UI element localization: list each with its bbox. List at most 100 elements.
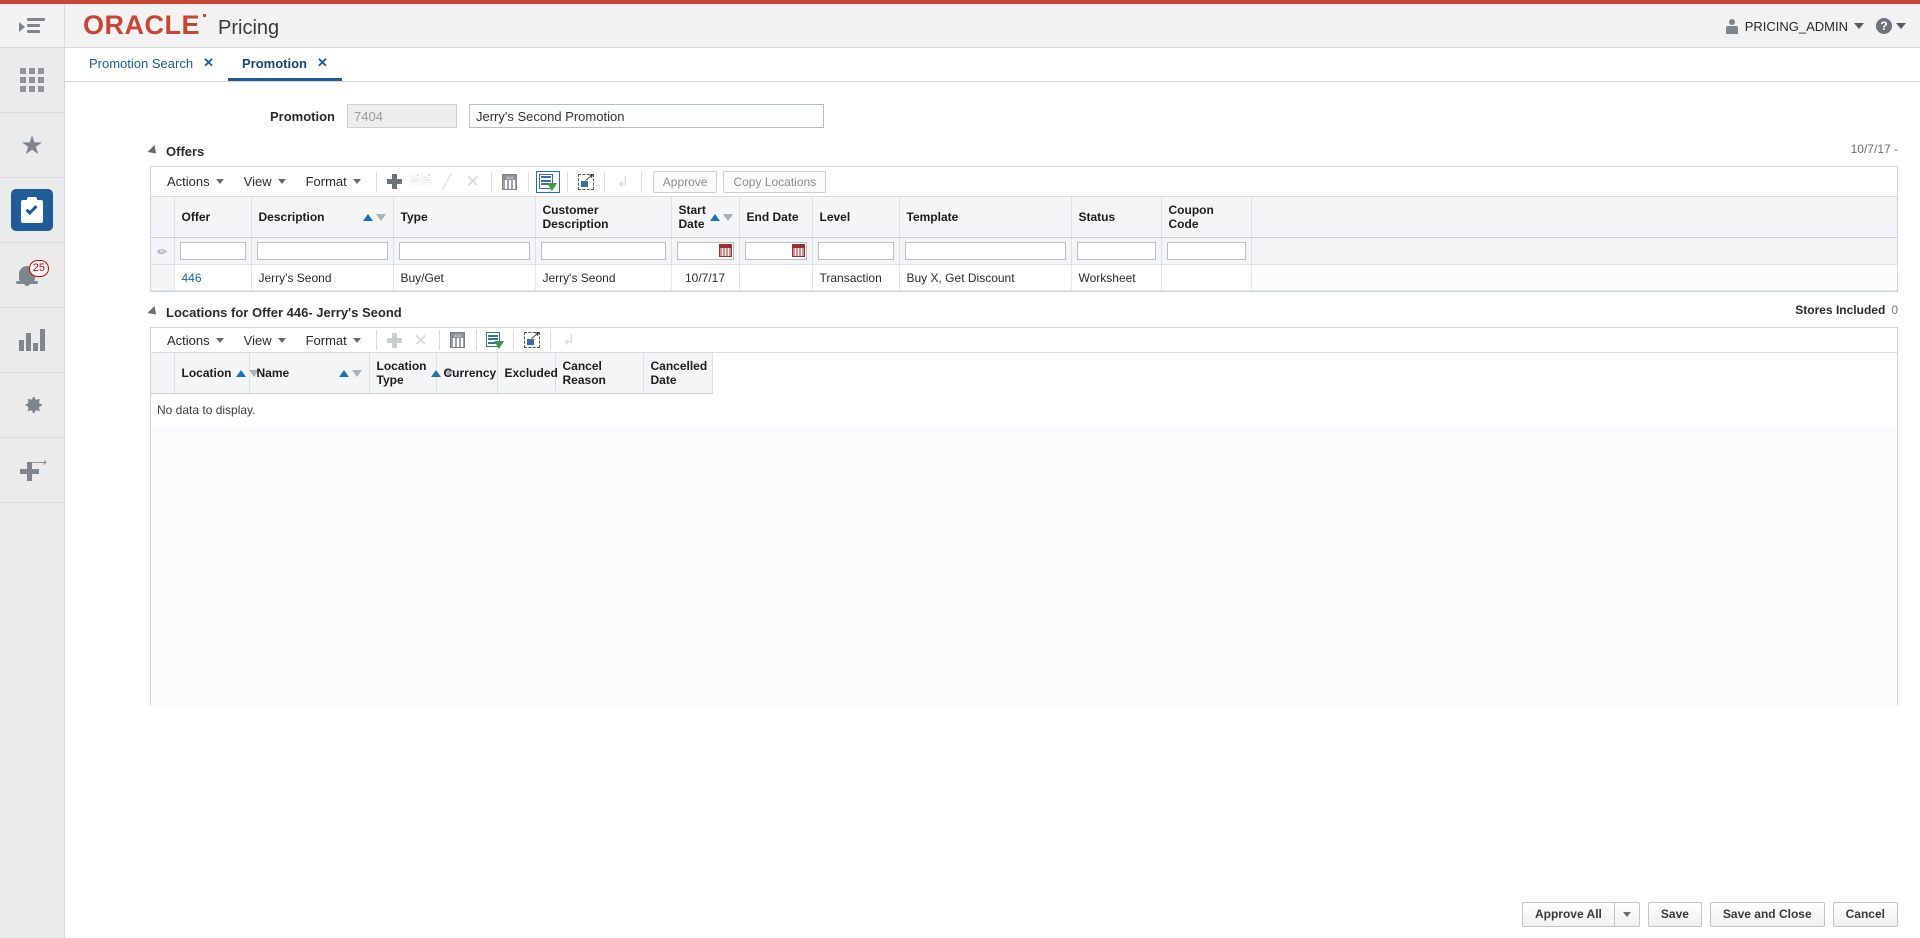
wrap-text-icon[interactable]: ↲	[556, 328, 582, 352]
filter-input-status[interactable]	[1076, 242, 1156, 260]
column-header-location[interactable]: Location	[174, 353, 259, 394]
filter-input-level[interactable]	[817, 242, 894, 260]
sort-descending-icon[interactable]	[375, 213, 386, 221]
column-header-offer[interactable]: Offer	[174, 197, 252, 238]
column-header-coupon-code[interactable]: Coupon Code	[1161, 197, 1252, 238]
detach-table-icon[interactable]: ↗	[519, 328, 545, 352]
sort-ascending-icon[interactable]	[235, 369, 246, 377]
locations-format-menu[interactable]: Format	[296, 328, 371, 352]
column-header-template[interactable]: Template	[899, 197, 1072, 238]
sidebar-item-apps[interactable]	[0, 48, 64, 113]
tab-promotion[interactable]: Promotion ✕	[227, 48, 342, 81]
close-icon[interactable]: ✕	[317, 55, 328, 71]
offers-actions-menu[interactable]: Actions	[157, 170, 234, 194]
sort-ascending-icon[interactable]	[430, 369, 441, 377]
toolbar-divider	[603, 171, 605, 192]
sidebar-item-favorites[interactable]: ★	[0, 113, 64, 178]
cell-offer[interactable]: 446	[174, 264, 252, 291]
column-header-excluded[interactable]: Excluded	[497, 353, 558, 394]
column-header-end-date[interactable]: End Date	[739, 197, 813, 238]
cell-status: Worksheet	[1071, 264, 1162, 291]
column-header-spacer	[712, 353, 1897, 394]
sort-ascending-icon[interactable]	[709, 213, 720, 221]
promotion-name-input[interactable]	[469, 104, 824, 128]
offer-link[interactable]: 446	[182, 271, 202, 285]
filter-cell-coupon	[1161, 237, 1252, 265]
filter-cell-spacer	[1251, 237, 1897, 265]
menu-toggle-button[interactable]	[0, 3, 65, 48]
chevron-down-icon	[277, 179, 286, 184]
menu-label: Format	[305, 332, 347, 348]
column-label: Description	[258, 210, 325, 224]
approve-all-button[interactable]: Approve All	[1521, 901, 1614, 927]
filter-input-coupon-code[interactable]	[1166, 242, 1246, 260]
column-header-description[interactable]: Description	[251, 197, 394, 238]
export-excel-icon[interactable]: XLS	[497, 170, 523, 194]
calendar-icon[interactable]	[718, 244, 732, 257]
sidebar-item-add[interactable]: ⟶	[0, 438, 64, 503]
offers-format-menu[interactable]: Format	[296, 170, 371, 194]
global-header: ORACLE Pricing PRICING_ADMIN ?	[0, 3, 1920, 48]
close-icon[interactable]: ✕	[203, 55, 214, 71]
filter-input-customer-description[interactable]	[540, 242, 666, 260]
filter-pin-cell: ✏	[151, 237, 175, 265]
column-header-location-type[interactable]: Location Type	[369, 353, 454, 394]
column-header-currency[interactable]: Currency	[436, 353, 498, 394]
filter-input-type[interactable]	[398, 242, 530, 260]
collapse-offers-icon[interactable]	[147, 144, 160, 158]
sidebar-item-settings[interactable]	[0, 373, 64, 438]
wrap-text-icon[interactable]: ↲	[610, 170, 636, 194]
column-label: Coupon Code	[1168, 203, 1214, 231]
copy-locations-button[interactable]: Copy Locations	[723, 170, 827, 193]
locations-actions-menu[interactable]: Actions	[157, 328, 234, 352]
sidebar-item-tasks[interactable]	[0, 178, 64, 243]
column-header-cancel-reason[interactable]: Cancel Reason	[555, 353, 644, 394]
column-header-cancelled-date[interactable]: Cancelled Date	[643, 353, 713, 394]
edit-row-icon[interactable]: ╱	[434, 170, 460, 194]
filter-input-template[interactable]	[904, 242, 1066, 260]
column-header-level[interactable]: Level	[812, 197, 900, 238]
offers-table-body: 446 Jerry's Seond Buy/Get Jerry's Seond …	[151, 264, 1897, 291]
sort-descending-icon[interactable]	[722, 213, 733, 221]
save-and-close-button[interactable]: Save and Close	[1709, 901, 1825, 927]
cancel-button[interactable]: Cancel	[1832, 901, 1898, 927]
help-menu-button[interactable]: ?	[1872, 14, 1910, 38]
column-header-start-date[interactable]: Start Date	[671, 197, 740, 238]
query-by-example-icon[interactable]	[535, 170, 560, 193]
sidebar-item-reports[interactable]	[0, 308, 64, 373]
query-by-example-icon[interactable]	[482, 328, 508, 352]
column-header-status[interactable]: Status	[1071, 197, 1162, 238]
sort-descending-icon[interactable]	[351, 369, 362, 377]
locations-view-menu[interactable]: View	[234, 328, 296, 352]
delete-location-icon[interactable]: ✕	[408, 328, 434, 352]
approve-all-dropdown-button[interactable]	[1613, 901, 1640, 927]
calendar-icon[interactable]	[791, 244, 805, 257]
column-label: Currency	[443, 366, 497, 380]
delete-row-icon[interactable]: ✕	[460, 170, 486, 194]
filter-cell-desc	[251, 237, 394, 265]
detach-table-icon[interactable]: ↗	[573, 170, 599, 194]
table-row[interactable]: 446 Jerry's Seond Buy/Get Jerry's Seond …	[151, 264, 1897, 291]
sort-ascending-icon[interactable]	[362, 213, 373, 221]
add-location-icon[interactable]	[382, 328, 408, 352]
column-header-customer-description[interactable]: Customer Description	[535, 197, 672, 238]
sort-ascending-icon[interactable]	[338, 369, 349, 377]
filter-input-offer[interactable]	[179, 242, 246, 260]
duplicate-row-icon[interactable]: 🗎🗎	[408, 170, 434, 194]
approve-button[interactable]: Approve	[652, 170, 718, 193]
collapse-locations-icon[interactable]	[147, 305, 160, 319]
user-menu-button[interactable]: PRICING_ADMIN	[1721, 15, 1868, 38]
export-excel-icon[interactable]: XLS	[445, 328, 471, 352]
column-header-type[interactable]: Type	[393, 197, 536, 238]
promotion-id-input[interactable]	[347, 104, 457, 128]
offers-filter-row: ✏	[151, 237, 1897, 265]
column-header-name[interactable]: Name	[249, 353, 370, 394]
sidebar-item-notifications[interactable]: 25	[0, 243, 64, 308]
column-label: Location	[181, 366, 232, 380]
add-row-icon[interactable]	[382, 170, 408, 194]
save-button[interactable]: Save	[1647, 901, 1702, 927]
filter-input-description[interactable]	[256, 242, 388, 260]
stores-included-count: 0	[1891, 303, 1898, 317]
tab-promotion-search[interactable]: Promotion Search ✕	[75, 48, 228, 81]
offers-view-menu[interactable]: View	[234, 170, 296, 194]
